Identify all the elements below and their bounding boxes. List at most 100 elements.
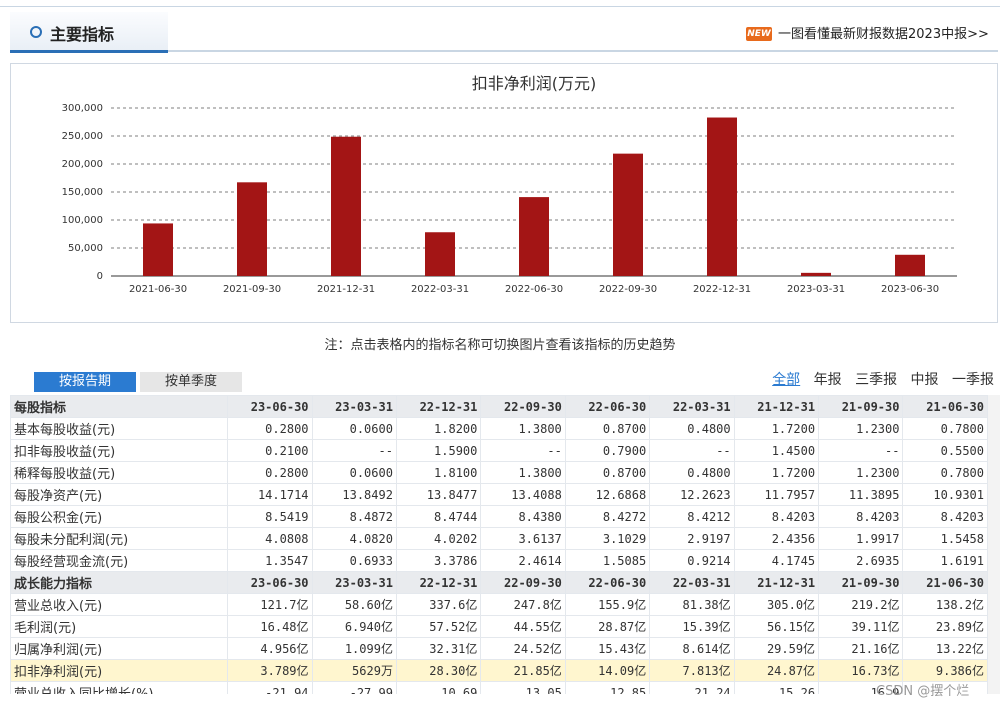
table-cell: 1.2300 <box>818 461 904 484</box>
indicator-name[interactable]: 每股公积金(元) <box>9 505 229 528</box>
indicator-name[interactable]: 扣非每股收益(元) <box>9 439 229 462</box>
table-cell: -- <box>480 439 566 462</box>
table-cell: 13.8477 <box>395 483 482 506</box>
table-cell: 1.4500 <box>733 439 820 462</box>
circle-icon <box>30 26 42 38</box>
date-header: 21-09-30 <box>818 395 904 418</box>
table-cell: 11.3895 <box>818 483 904 506</box>
period-all[interactable]: 全部 <box>772 372 800 388</box>
table-cell: 1.5458 <box>902 527 988 550</box>
table-cell: 58.60亿 <box>311 593 397 616</box>
y-tick-label: 150,000 <box>62 187 103 198</box>
table-cell: 0.4800 <box>649 417 735 440</box>
y-tick-label: 300,000 <box>62 103 103 114</box>
section-header-row: 成长能力指标 23-06-30 23-03-31 22-12-31 22-09-30 22… <box>9 571 988 594</box>
table-cell: 2.4356 <box>733 527 820 550</box>
indicator-name[interactable]: 扣非净利润(元) <box>9 659 229 682</box>
table-row: 毛利润(元) 16.48亿 6.940亿 57.52亿 44.55亿 28.87亿 15.3… <box>9 615 988 638</box>
indicator-name[interactable]: 每股未分配利润(元) <box>9 527 229 550</box>
table-cell: 1.5085 <box>564 549 651 572</box>
period-annual[interactable]: 年报 <box>814 372 842 388</box>
table-cell: 16.73亿 <box>818 659 904 682</box>
bar <box>237 182 267 276</box>
tab-by-single-quarter[interactable]: 按单季度 <box>140 372 242 392</box>
table-cell: 0.8700 <box>564 417 651 440</box>
table-cell: 14.1714 <box>227 483 313 506</box>
date-header: 21-06-30 <box>902 395 988 418</box>
report-link[interactable]: 一图看懂最新财报数据2023中报>> <box>778 23 989 42</box>
date-header: 22-12-31 <box>395 395 482 418</box>
bar <box>331 136 361 276</box>
table-cell: 3.1029 <box>564 527 651 550</box>
indicator-name[interactable]: 营业总收入(元) <box>9 593 229 616</box>
date-header: 22-12-31 <box>395 571 482 594</box>
table-cell: -- <box>818 439 904 462</box>
table-cell: 4.0202 <box>395 527 482 550</box>
table-cell: 1.7200 <box>733 461 820 484</box>
tab-by-report-period[interactable]: 按报告期 <box>34 372 136 392</box>
table-cell: 155.9亿 <box>564 593 651 616</box>
table-cell: 4.0820 <box>311 527 397 550</box>
table-cell: 337.6亿 <box>395 593 482 616</box>
table-cell: 23.89亿 <box>902 615 988 638</box>
date-header: 22-09-30 <box>480 395 566 418</box>
table-cell: 2.4614 <box>480 549 566 572</box>
indicator-name[interactable]: 稀释每股收益(元) <box>9 461 229 484</box>
table-cell: 1.3547 <box>227 549 313 572</box>
indicator-name[interactable]: 每股净资产(元) <box>9 483 229 506</box>
table-row: 营业总收入(元) 121.7亿 58.60亿 337.6亿 247.8亿 155.9亿 81… <box>9 593 988 616</box>
indicator-name[interactable]: 基本每股收益(元) <box>9 417 229 440</box>
table-cell: 0.9214 <box>649 549 735 572</box>
indicator-name[interactable]: 毛利润(元) <box>9 615 229 638</box>
table-cell: 8.4212 <box>649 505 735 528</box>
chart-panel[interactable]: 扣非净利润(万元) 300,000 250,000 200,000 150,000 100… <box>10 63 998 323</box>
indicator-name[interactable]: 归属净利润(元) <box>9 637 229 660</box>
bar <box>425 232 455 276</box>
period-q3[interactable]: 三季报 <box>855 372 897 388</box>
table-cell: 8.614亿 <box>649 637 735 660</box>
table-cell: 24.52亿 <box>480 637 566 660</box>
x-tick-label: 2023-03-31 <box>787 284 845 295</box>
table-cell: 81.38亿 <box>649 593 735 616</box>
section-title: 每股指标 <box>9 395 229 418</box>
period-q1[interactable]: 一季报 <box>952 372 994 388</box>
y-tick-label: 0 <box>97 271 103 282</box>
table-row: 每股经营现金流(元) 1.3547 0.6933 3.3786 2.4614 1.5085… <box>9 549 988 572</box>
table-row: 每股净资产(元) 14.1714 13.8492 13.8477 13.4088 12.6… <box>9 483 988 506</box>
table-scrollbar[interactable] <box>988 395 1000 694</box>
table-cell: 2.9197 <box>649 527 735 550</box>
section-header: 主要指标 NEW 一图看懂最新财报数据2023中报>> <box>10 12 998 53</box>
table-cell: 3.6137 <box>480 527 566 550</box>
table-cell: 1.3800 <box>480 461 566 484</box>
date-header: 23-03-31 <box>311 571 397 594</box>
table-cell: 219.2亿 <box>818 593 904 616</box>
top-border <box>0 6 1000 7</box>
indicator-name[interactable]: 每股经营现金流(元) <box>9 549 229 572</box>
table-cell: 28.30亿 <box>395 659 482 682</box>
table-cell: 8.4744 <box>395 505 482 528</box>
table-cell: 1.5900 <box>395 439 482 462</box>
table-cell: 0.7900 <box>564 439 651 462</box>
table-cell: 0.0600 <box>311 417 397 440</box>
table-cell: 0.8700 <box>564 461 651 484</box>
y-tick-label: 250,000 <box>62 131 103 142</box>
table-cell: 32.31亿 <box>395 637 482 660</box>
table-cell: 0.2800 <box>227 461 313 484</box>
table-cell: 15.39亿 <box>649 615 735 638</box>
table-cell: 2.6935 <box>818 549 904 572</box>
table-cell: 39.11亿 <box>818 615 904 638</box>
table-cell: 8.4203 <box>818 505 904 528</box>
table-cell: 13.4088 <box>480 483 566 506</box>
date-header: 22-09-30 <box>480 571 566 594</box>
date-header: 22-06-30 <box>564 395 651 418</box>
bar <box>895 254 925 276</box>
date-header: 23-06-30 <box>227 395 313 418</box>
x-tick-label: 2021-09-30 <box>223 284 281 295</box>
period-interim[interactable]: 中报 <box>911 372 939 388</box>
table-cell: 0.4800 <box>649 461 735 484</box>
table-cell: 13.22亿 <box>902 637 988 660</box>
x-tick-label: 2021-12-31 <box>317 284 375 295</box>
date-header: 21-09-30 <box>818 571 904 594</box>
table-cell: 16.48亿 <box>227 615 313 638</box>
chart-title: 扣非净利润(万元) <box>472 74 597 93</box>
